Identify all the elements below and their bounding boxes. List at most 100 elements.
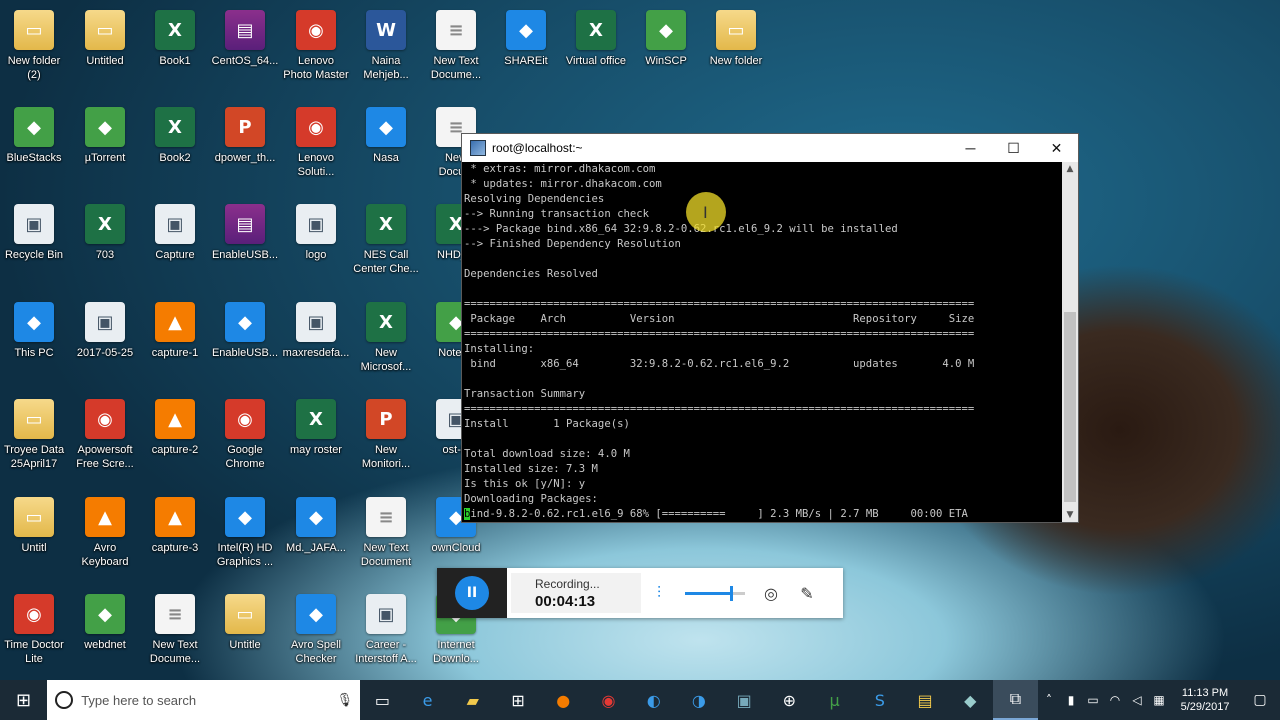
volume-knob[interactable]	[730, 585, 733, 601]
utorrent-icon[interactable]: µ	[812, 680, 857, 720]
desktop-icon[interactable]: ◆ Intel(R) HD Graphics ...	[209, 491, 281, 583]
desktop-icon[interactable]: ◆ Nasa	[350, 101, 422, 193]
desktop-icon[interactable]: ▭ New folder	[700, 4, 772, 96]
folder-icon[interactable]: ▤	[902, 680, 947, 720]
desktop-icon[interactable]: ≡ New Text Docume...	[139, 588, 211, 680]
desktop-icon[interactable]: ◆ This PC	[0, 296, 70, 388]
desktop-icon[interactable]: ▲ capture-3	[139, 491, 211, 583]
desktop-icon-label: Avro Keyboard	[81, 542, 129, 568]
scroll-down-icon[interactable]: ▼	[1062, 508, 1078, 522]
desktop-icon[interactable]: Xmay roster	[280, 393, 352, 485]
desktop-icon[interactable]: X New Microsof...	[350, 296, 422, 388]
red-icon: ◉	[296, 107, 336, 147]
task-view-icon[interactable]: ▭	[360, 680, 405, 720]
desktop-icon[interactable]: ▲ capture-1	[139, 296, 211, 388]
battery-icon[interactable]: ▭	[1082, 693, 1104, 707]
terminal-line: Installing:	[464, 343, 535, 355]
vmware-icon[interactable]: ▣	[722, 680, 767, 720]
desktop-icon[interactable]: ◆ Md._JAFA...	[280, 491, 352, 583]
chevron-up-icon[interactable]: ˄	[1038, 693, 1060, 707]
desktop-icon[interactable]: W Naina Mehjeb...	[350, 4, 422, 96]
pen-icon[interactable]: ✎	[789, 584, 825, 603]
terminal-output[interactable]: * extras: mirror.dhakacom.com * updates:…	[462, 162, 1066, 522]
volume-slider[interactable]	[685, 585, 745, 601]
skype-icon-2[interactable]: S	[857, 680, 902, 720]
language-icon[interactable]: ▦	[1148, 693, 1170, 707]
desktop-icon[interactable]: ◉ Time Doctor Lite	[0, 588, 70, 680]
app-icon[interactable]: ◆	[948, 680, 993, 720]
putty-taskbar-icon[interactable]: ⧉	[992, 680, 1039, 720]
file-explorer-icon[interactable]: ▰	[450, 680, 495, 720]
desktop-icon[interactable]: X NES Call Center Che...	[350, 198, 422, 290]
scroll-thumb[interactable]	[1064, 312, 1076, 502]
desktop-icon[interactable]: ◆ Avro Spell Checker	[280, 588, 352, 680]
rar-icon: ▤	[225, 10, 265, 50]
desktop-icon[interactable]: ◉ Lenovo Photo Master	[280, 4, 352, 96]
audio-level-icon[interactable]: ⫶	[641, 583, 677, 603]
desktop-icon[interactable]: ▣ Career - Interstoff A...	[350, 588, 422, 680]
minimize-button[interactable]: ─	[949, 134, 992, 162]
search-box[interactable]: Type here to search 🎙	[47, 680, 360, 720]
close-button[interactable]: ✕	[1035, 134, 1078, 162]
recording-time: 00:04:13	[535, 593, 596, 610]
start-button[interactable]: ⊞	[0, 680, 47, 720]
pause-area[interactable]: II	[437, 568, 507, 618]
desktop-icon[interactable]: ≡ New Text Document	[350, 491, 422, 583]
desktop-icon[interactable]: ◆ webdnet	[69, 588, 141, 680]
desktop-icon[interactable]: ◆ µTorrent	[69, 101, 141, 193]
desktop-icon[interactable]: ▣ logo	[280, 198, 352, 290]
scroll-up-icon[interactable]: ▲	[1062, 162, 1078, 176]
desktop-icon[interactable]: X 703	[69, 198, 141, 290]
desktop-icon-label: Book2	[159, 152, 191, 164]
desktop-icon[interactable]: X Book1	[139, 4, 211, 96]
desktop-icon[interactable]: ▭ Untitl	[0, 491, 70, 583]
desktop-icon[interactable]: ▣ Capture	[139, 198, 211, 290]
desktop-icon[interactable]: ▭ Troyee Data 25April17	[0, 393, 70, 485]
desktop-icon[interactable]: ▣ 2017-05-25	[69, 296, 141, 388]
skype-business-icon[interactable]: ◑	[676, 680, 721, 720]
desktop-icon[interactable]: X Virtual office	[560, 4, 632, 96]
desktop-icon[interactable]: Pdpower_th...	[209, 101, 281, 193]
desktop-icon[interactable]: ▣ maxresdefa...	[280, 296, 352, 388]
volume-icon[interactable]: ◁	[1126, 693, 1148, 707]
desktop-icon[interactable]: P New Monitori...	[350, 393, 422, 485]
desktop-icon[interactable]: ▭ Untitled	[69, 4, 141, 96]
desktop-icon[interactable]: ◉ Lenovo Soluti...	[280, 101, 352, 193]
desktop-icon[interactable]: ▭ New folder (2)	[0, 4, 70, 96]
store-icon[interactable]: ⊞	[495, 680, 540, 720]
recording-widget[interactable]: II Recording... 00:04:13 ⫶ ◎ ✎	[437, 568, 843, 618]
firefox-icon[interactable]: ●	[541, 680, 586, 720]
desktop-icon[interactable]: ▤ EnableUSB...	[209, 198, 281, 290]
putty-terminal-window[interactable]: root@localhost:~ ─ ☐ ✕ * extras: mirror.…	[461, 133, 1079, 523]
desktop-icon[interactable]: ▭ Untitle	[209, 588, 281, 680]
clock[interactable]: 11:13 PM 5/29/2017	[1170, 686, 1240, 714]
recording-status: Recording...	[535, 577, 600, 591]
skype-icon[interactable]: ◐	[631, 680, 676, 720]
terminal-scrollbar[interactable]: ▲ ▼	[1062, 162, 1078, 522]
desktop-icon[interactable]: ◆ WinSCP	[630, 4, 702, 96]
desktop-icon[interactable]: ◆ BlueStacks	[0, 101, 70, 193]
desktop-icon[interactable]: ◉ Google Chrome	[209, 393, 281, 485]
desktop-icon[interactable]: ▤ CentOS_64...	[209, 4, 281, 96]
desktop-icon[interactable]: X Book2	[139, 101, 211, 193]
webcam-icon[interactable]: ◎	[753, 584, 789, 603]
edge-icon[interactable]: e	[405, 680, 450, 720]
desktop-icon-label: Untitl	[21, 542, 47, 554]
microphone-icon[interactable]: 🎙	[330, 692, 360, 708]
maximize-button[interactable]: ☐	[992, 134, 1035, 162]
notification-icon[interactable]: ▢	[1240, 692, 1280, 708]
wifi-icon[interactable]: ◠	[1104, 693, 1126, 707]
network-tool-icon[interactable]: ⊕	[767, 680, 812, 720]
window-titlebar[interactable]: root@localhost:~ ─ ☐ ✕	[462, 134, 1078, 162]
desktop-icon[interactable]: ▣ Recycle Bin	[0, 198, 70, 290]
desktop-icon[interactable]: ≡ New Text Docume...	[420, 4, 492, 96]
pause-button[interactable]: II	[455, 576, 489, 610]
desktop-icon[interactable]: ▲ capture-2	[139, 393, 211, 485]
desktop-icon[interactable]: ◆ SHAREit	[490, 4, 562, 96]
desktop-icon[interactable]: ◆ EnableUSB...	[209, 296, 281, 388]
desktop-icon[interactable]: ◉ Apowersoft Free Scre...	[69, 393, 141, 485]
network-icon[interactable]: ▮	[1060, 693, 1082, 707]
chrome-icon[interactable]: ◉	[586, 680, 631, 720]
word-icon: W	[366, 10, 406, 50]
desktop-icon[interactable]: ▲ Avro Keyboard	[69, 491, 141, 583]
